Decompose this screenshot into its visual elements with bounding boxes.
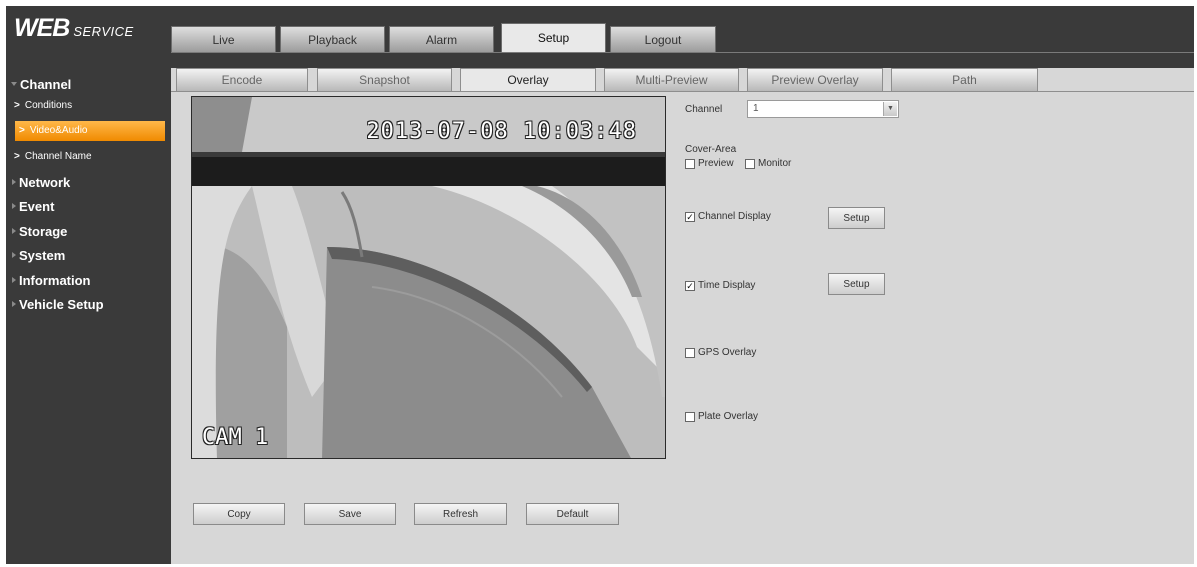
subtab-snapshot[interactable]: Snapshot xyxy=(317,68,452,91)
collapsed-triangle-icon xyxy=(12,179,16,185)
chevron-right-icon: > xyxy=(14,151,20,162)
time-display-checkbox[interactable]: ✓ Time Display xyxy=(685,280,755,291)
sidebar-channel-label: Channel xyxy=(20,77,72,92)
sidebar-item-label: Channel Name xyxy=(24,151,92,162)
chevron-right-icon: > xyxy=(19,125,25,136)
sidebar-item-video-audio[interactable]: > Video&Audio xyxy=(15,121,165,141)
preview-checkbox[interactable]: Preview xyxy=(685,158,734,169)
cover-area-label: Cover-Area xyxy=(685,144,737,155)
subtab-divider xyxy=(171,91,1194,92)
channel-label: Channel xyxy=(685,104,723,115)
camera-scene-image xyxy=(192,97,665,458)
monitor-checkbox-label: Monitor xyxy=(758,158,792,169)
checkbox-box[interactable] xyxy=(685,347,695,358)
sidebar-storage[interactable]: Storage xyxy=(6,221,67,243)
sidebar-system-label: System xyxy=(19,248,66,263)
channel-display-label: Channel Display xyxy=(698,211,771,222)
time-display-label: Time Display xyxy=(698,280,756,291)
content-panel: Encode Snapshot Overlay Multi-Preview Pr… xyxy=(171,68,1194,564)
sidebar-item-label: Conditions xyxy=(24,100,73,111)
channel-select-value: 1 xyxy=(753,103,759,114)
logo: WEB SERVICE xyxy=(14,14,134,43)
timestamp-overlay: 2013-07-08 10:03:48 xyxy=(366,119,637,144)
sidebar-network-label: Network xyxy=(19,175,71,190)
logo-main: WEB xyxy=(14,14,70,42)
collapsed-triangle-icon xyxy=(12,301,16,307)
sidebar-storage-label: Storage xyxy=(19,224,68,239)
preview-checkbox-label: Preview xyxy=(698,158,734,169)
collapsed-triangle-icon xyxy=(12,252,16,258)
channel-display-setup-button[interactable]: Setup xyxy=(828,207,885,229)
refresh-button[interactable]: Refresh xyxy=(414,503,507,525)
time-display-setup-button[interactable]: Setup xyxy=(828,273,885,295)
subtab-multi-preview[interactable]: Multi-Preview xyxy=(604,68,739,91)
subtab-preview-overlay[interactable]: Preview Overlay xyxy=(747,68,883,91)
dropdown-arrow-icon[interactable]: ▼ xyxy=(883,102,897,116)
sidebar-network[interactable]: Network xyxy=(6,172,70,194)
tab-logout[interactable]: Logout xyxy=(610,26,716,52)
plate-overlay-label: Plate Overlay xyxy=(698,411,759,422)
subtab-path[interactable]: Path xyxy=(891,68,1038,91)
checkbox-box[interactable] xyxy=(685,158,695,169)
save-button[interactable]: Save xyxy=(304,503,396,525)
checkbox-box[interactable]: ✓ xyxy=(685,280,695,291)
header-divider xyxy=(171,52,1194,53)
sidebar-system[interactable]: System xyxy=(6,245,65,267)
expanded-triangle-icon xyxy=(11,82,17,86)
sidebar-vehicle-setup[interactable]: Vehicle Setup xyxy=(6,294,104,316)
checkbox-box[interactable] xyxy=(685,411,695,422)
camera-label-overlay: CAM 1 xyxy=(202,425,269,450)
sidebar-information-label: Information xyxy=(19,273,91,288)
sidebar-item-channel-name[interactable]: > Channel Name xyxy=(6,146,92,168)
sidebar-item-conditions[interactable]: > Conditions xyxy=(6,95,72,117)
subtab-encode[interactable]: Encode xyxy=(176,68,308,91)
sidebar-channel[interactable]: Channel xyxy=(6,74,71,96)
checkbox-box[interactable] xyxy=(745,158,755,169)
collapsed-triangle-icon xyxy=(12,277,16,283)
tab-setup[interactable]: Setup xyxy=(501,23,606,52)
plate-overlay-checkbox[interactable]: Plate Overlay xyxy=(685,411,758,422)
sidebar-vehicle-setup-label: Vehicle Setup xyxy=(19,297,104,312)
sidebar-item-label: Video&Audio xyxy=(29,125,88,136)
monitor-checkbox[interactable]: Monitor xyxy=(745,158,791,169)
subtab-overlay[interactable]: Overlay xyxy=(460,68,596,91)
default-button[interactable]: Default xyxy=(526,503,619,525)
copy-button[interactable]: Copy xyxy=(193,503,285,525)
tab-playback[interactable]: Playback xyxy=(280,26,385,52)
sidebar-event[interactable]: Event xyxy=(6,196,54,218)
checkbox-box[interactable]: ✓ xyxy=(685,211,695,222)
camera-preview[interactable]: 2013-07-08 10:03:48 CAM 1 xyxy=(191,96,666,459)
tab-alarm[interactable]: Alarm xyxy=(389,26,494,52)
channel-select[interactable]: 1 ▼ xyxy=(747,100,899,118)
app-window: WEB SERVICE Live Playback Alarm Setup Log… xyxy=(6,6,1194,564)
tab-live[interactable]: Live xyxy=(171,26,276,52)
sidebar-event-label: Event xyxy=(19,199,55,214)
chevron-right-icon: > xyxy=(14,100,20,111)
channel-display-checkbox[interactable]: ✓ Channel Display xyxy=(685,211,771,222)
logo-sub: SERVICE xyxy=(73,24,134,39)
collapsed-triangle-icon xyxy=(12,203,16,209)
collapsed-triangle-icon xyxy=(12,228,16,234)
gps-overlay-checkbox[interactable]: GPS Overlay xyxy=(685,347,756,358)
gps-overlay-label: GPS Overlay xyxy=(698,347,757,358)
sidebar-information[interactable]: Information xyxy=(6,270,91,292)
